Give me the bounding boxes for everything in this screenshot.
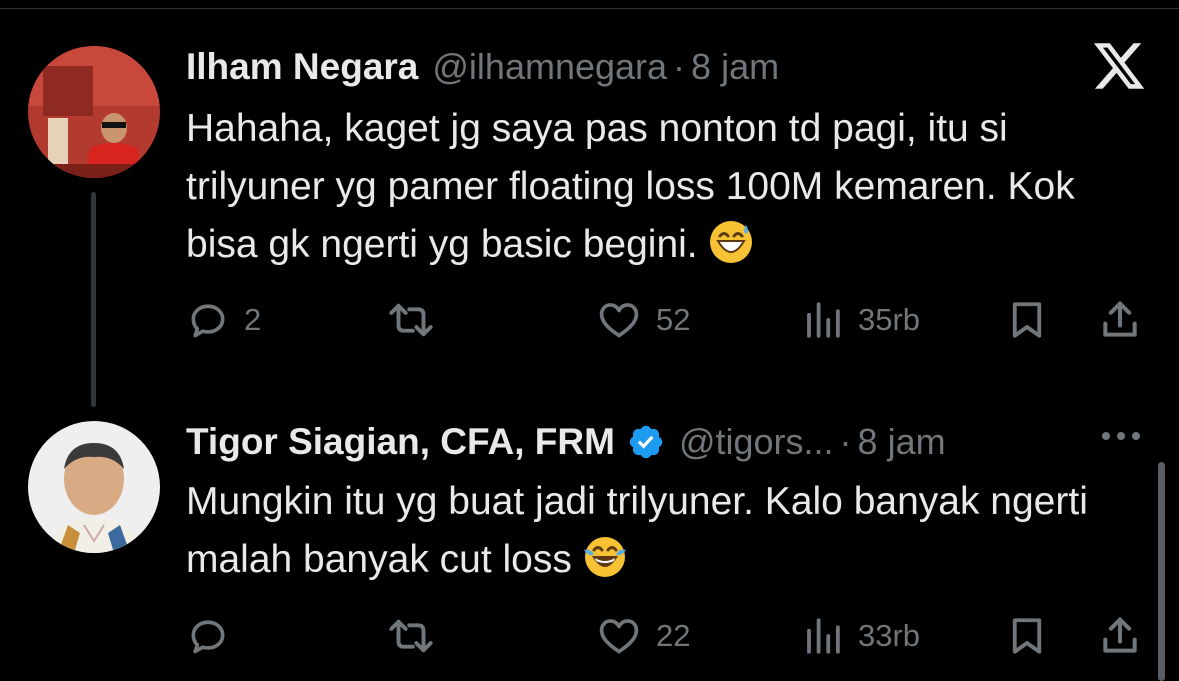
like-button[interactable]: 22 — [596, 606, 690, 666]
author-handle[interactable]: @tigors... — [679, 421, 834, 463]
tweet-text: Hahaha, kaget jg saya pas nonton td pagi… — [186, 100, 1146, 274]
grinning-face-with-sweat-icon — [708, 219, 754, 265]
retweet-button[interactable] — [386, 606, 436, 666]
face-with-tears-of-joy-icon — [582, 534, 628, 580]
tweet-actions: 2 52 35rb — [186, 290, 1146, 350]
views-count: 35rb — [858, 302, 921, 337]
scrollbar[interactable] — [1158, 462, 1165, 681]
bar-chart-icon — [807, 618, 840, 654]
tweet-text-content: Mungkin itu yg buat jadi trilyuner. Kalo… — [186, 480, 1088, 581]
separator-dot: · — [673, 46, 686, 87]
views-button[interactable]: 33rb — [802, 606, 920, 666]
reply-count: 2 — [244, 302, 262, 337]
share-icon — [1103, 301, 1137, 337]
author-name[interactable]: Ilham Negara — [186, 46, 418, 88]
like-count: 22 — [656, 618, 691, 653]
views-button[interactable]: 35rb — [802, 290, 920, 350]
tweet-text: Mungkin itu yg buat jadi trilyuner. Kalo… — [186, 473, 1146, 589]
bookmark-button[interactable] — [1006, 606, 1048, 666]
heart-icon — [599, 619, 639, 654]
bookmark-button[interactable] — [1006, 290, 1048, 350]
more-dots-icon[interactable] — [1099, 426, 1143, 446]
tweet-header: Ilham Negara @ilhamnegara · 8 jam — [186, 44, 779, 90]
retweet-button[interactable] — [386, 290, 436, 350]
tweet-actions: 22 33rb — [186, 606, 1146, 666]
like-button[interactable]: 52 — [596, 290, 690, 350]
tweet-text-content: Hahaha, kaget jg saya pas nonton td pagi… — [186, 107, 1075, 266]
separator-dot: · — [839, 421, 852, 462]
tweet-header: Tigor Siagian, CFA, FRM @tigors... · 8 j… — [186, 419, 946, 465]
tweet-time[interactable]: 8 jam — [691, 46, 779, 88]
avatar-ilham[interactable] — [28, 46, 160, 178]
bookmark-icon — [1012, 302, 1042, 338]
share-button[interactable] — [1098, 606, 1142, 666]
thread-line — [91, 192, 96, 407]
share-button[interactable] — [1098, 290, 1142, 350]
tweet-time[interactable]: 8 jam — [858, 421, 946, 463]
avatar-tigor[interactable] — [28, 421, 160, 553]
retweet-icon — [389, 619, 433, 653]
tweet-1[interactable]: Ilham Negara @ilhamnegara · 8 jam Hahaha… — [0, 0, 1179, 407]
heart-icon — [599, 303, 639, 338]
reply-button[interactable] — [186, 606, 230, 666]
bookmark-icon — [1012, 618, 1042, 654]
author-handle[interactable]: @ilhamnegara — [432, 46, 667, 88]
author-name[interactable]: Tigor Siagian, CFA, FRM — [186, 421, 615, 463]
tweet-2[interactable]: Tigor Siagian, CFA, FRM @tigors... · 8 j… — [0, 400, 1179, 681]
retweet-icon — [389, 303, 433, 337]
like-count: 52 — [656, 302, 691, 337]
speech-bubble-icon — [191, 620, 225, 654]
reply-button[interactable]: 2 — [186, 290, 261, 350]
verified-badge-icon[interactable] — [627, 423, 665, 461]
views-count: 33rb — [858, 618, 921, 653]
speech-bubble-icon — [191, 304, 225, 338]
share-icon — [1103, 617, 1137, 653]
bar-chart-icon — [807, 302, 840, 338]
